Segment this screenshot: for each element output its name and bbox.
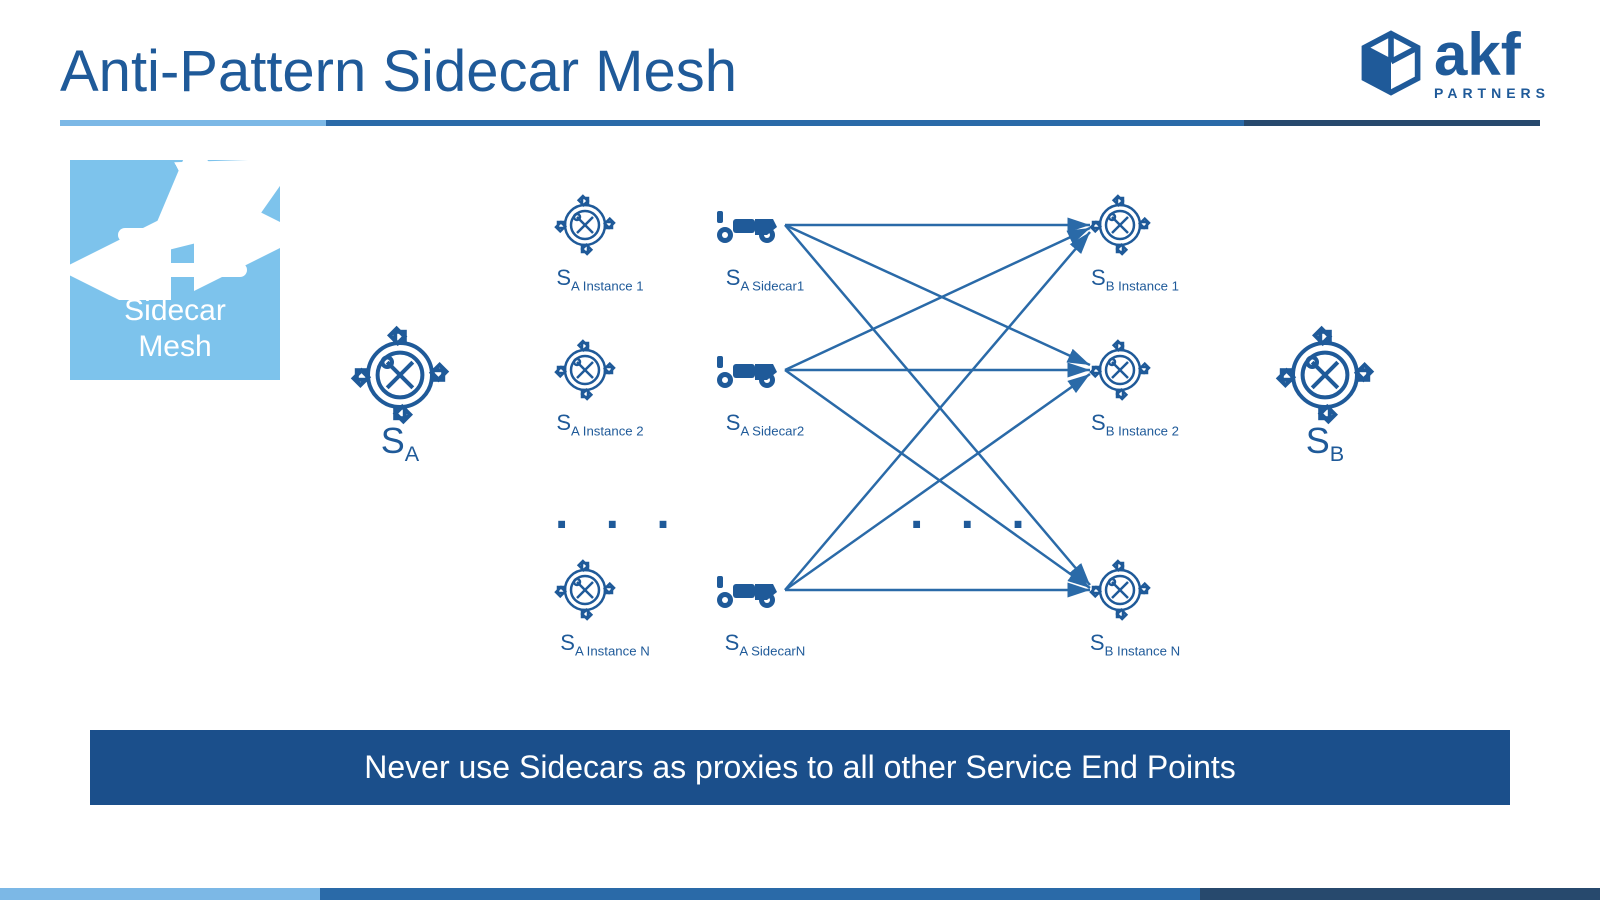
gear-icon: [556, 196, 614, 254]
gear-icon: [1091, 561, 1149, 619]
label-sa-instN: SA Instance N: [530, 630, 680, 658]
footer-banner: Never use Sidecars as proxies to all oth…: [90, 730, 1510, 805]
gear-icon: [556, 341, 614, 399]
header-rule: [60, 120, 1540, 126]
label-sa-scN: SA SidecarN: [700, 630, 830, 658]
gear-icon: [1091, 196, 1149, 254]
logo-sub: PARTNERS: [1434, 85, 1550, 101]
sidecar-icon: [717, 576, 777, 608]
label-sa-inst1: SA Instance 1: [530, 265, 670, 293]
footer-rule: [0, 888, 1600, 900]
label-sb: SB: [1295, 420, 1355, 467]
box-line2: Mesh: [138, 330, 211, 363]
sidecar-icon: [717, 356, 777, 388]
label-sb-instN: SB Instance N: [1060, 630, 1210, 658]
sidecar-icon: [717, 211, 777, 243]
ellipsis: . . .: [910, 485, 1037, 540]
logo-name: akf: [1434, 25, 1550, 85]
gear-icon: [556, 561, 614, 619]
label-sa-sc1: SA Sidecar1: [700, 265, 830, 293]
label-sa-sc2: SA Sidecar2: [700, 410, 830, 438]
gear-icon: [354, 329, 447, 422]
gear-icon: [1279, 329, 1372, 422]
ellipsis: . . .: [555, 485, 682, 540]
cube-icon: [1356, 28, 1426, 98]
label-sb-inst1: SB Instance 1: [1060, 265, 1210, 293]
logo: akf PARTNERS: [1356, 25, 1550, 101]
label-sb-inst2: SB Instance 2: [1060, 410, 1210, 438]
page-title: Anti-Pattern Sidecar Mesh: [60, 38, 737, 105]
sidecar-mesh-box: Sidecar Mesh: [70, 160, 280, 380]
mesh-arrows-icon: [70, 160, 280, 300]
box-line1: Sidecar: [124, 294, 226, 327]
gear-icon: [1091, 341, 1149, 399]
label-sa: SA: [370, 420, 430, 467]
label-sa-inst2: SA Instance 2: [530, 410, 670, 438]
